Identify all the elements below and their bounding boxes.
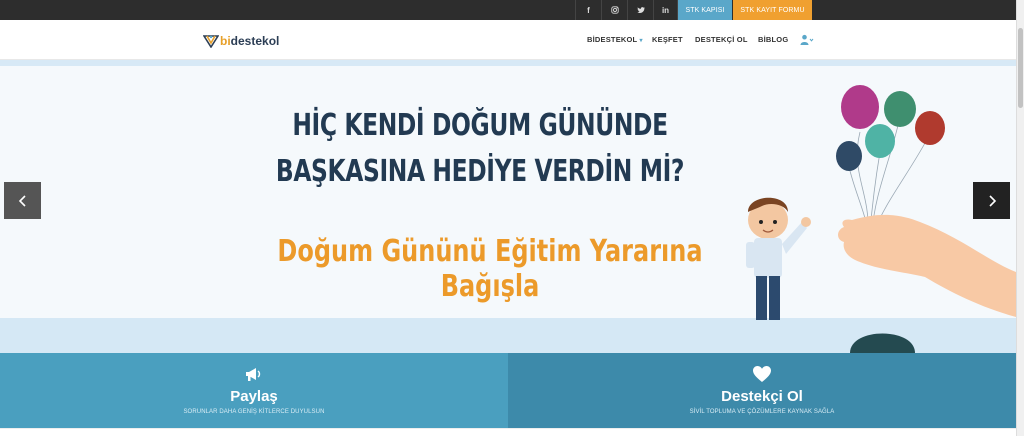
main-header: bi destekol BİDESTEKOL ▾ KEŞFET DESTEKÇİ … xyxy=(0,20,1024,60)
paylas-description: SORUNLAR DAHA GENİŞ KİTLERCE DUYULSUN xyxy=(183,409,325,415)
linkedin-icon[interactable]: in xyxy=(653,0,678,20)
twitter-icon[interactable] xyxy=(627,0,653,20)
megaphone-icon xyxy=(246,368,261,381)
chevron-down-icon: ▾ xyxy=(639,38,643,44)
logo-mark-icon xyxy=(203,35,219,48)
slider-next-button[interactable] xyxy=(973,182,1010,219)
facebook-icon[interactable]: f xyxy=(575,0,601,20)
nav-item-bidestekol[interactable]: BİDESTEKOL ▾ xyxy=(587,35,643,44)
hero-title-line-2: BAŞKASINA HEDİYE VERDİN Mİ? xyxy=(275,154,685,189)
paylas-panel[interactable]: Paylaş SORUNLAR DAHA GENİŞ KİTLERCE DUYU… xyxy=(0,353,508,428)
paylas-title: Paylaş xyxy=(230,388,278,405)
hero-slider: HİÇ KENDİ DOĞUM GÜNÜNDE BAŞKASINA HEDİYE… xyxy=(0,60,1024,353)
destekci-ol-title: Destekçi Ol xyxy=(721,388,803,405)
nav-item-destekci-ol[interactable]: DESTEKÇİ OL xyxy=(695,35,748,44)
user-menu-icon[interactable] xyxy=(800,33,814,45)
balloon-magenta xyxy=(841,85,879,129)
hero-top-stripe xyxy=(0,60,1024,66)
destekci-ol-panel[interactable]: Destekçi Ol SİVİL TOPLUMA VE ÇÖZÜMLERE K… xyxy=(508,353,1016,428)
destekci-ol-description: SİVİL TOPLUMA VE ÇÖZÜMLERE KAYNAK SAĞLA xyxy=(689,409,835,415)
nav-label-bidestekol: BİDESTEKOL xyxy=(587,35,638,44)
slider-prev-button[interactable] xyxy=(4,182,41,219)
chevron-left-icon xyxy=(18,194,26,207)
nav-item-biblog[interactable]: BİBLOG xyxy=(758,35,788,44)
chevron-right-icon xyxy=(988,194,996,207)
nav-item-kesfet[interactable]: KEŞFET xyxy=(652,35,683,44)
heart-icon xyxy=(753,366,771,382)
logo-text-bi: bi xyxy=(220,34,231,48)
top-bar: f in STK KAPISI STK KAYIT FORMU xyxy=(0,0,1024,20)
scrollbar-thumb[interactable] xyxy=(1018,28,1023,108)
stk-kapisi-button[interactable]: STK KAPISI xyxy=(678,0,732,20)
hero-subtitle: Doğum Gününü Eğitim Yararına Bağışla xyxy=(277,234,703,304)
hero-title-line-1: HİÇ KENDİ DOĞUM GÜNÜNDE xyxy=(292,108,668,143)
logo-text-destekol: destekol xyxy=(230,34,280,48)
logo[interactable]: bi destekol xyxy=(203,33,279,49)
instagram-icon[interactable] xyxy=(601,0,627,20)
stk-kayit-formu-button[interactable]: STK KAYIT FORMU xyxy=(733,0,812,20)
page-bottom-strip xyxy=(0,428,1016,436)
